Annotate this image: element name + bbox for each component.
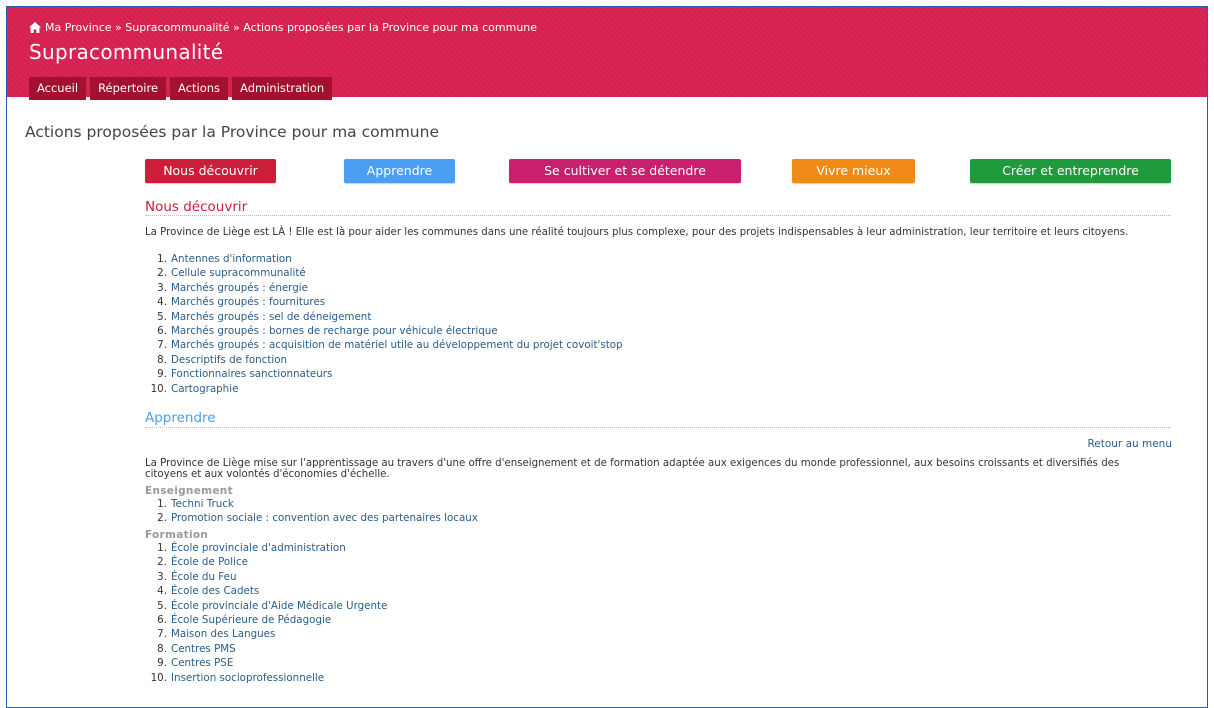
list-item-number: 7. [157,628,167,641]
list-item[interactable]: 5. École provinciale d'Aide Médicale Urge… [145,599,387,613]
list-item[interactable]: 1. Techni Truck [145,497,478,511]
category-button-vivre-mieux[interactable]: Vivre mieux [792,159,915,183]
list-item[interactable]: 2. École de Police [145,555,387,569]
section-title-apprendre: Apprendre [145,410,216,426]
list-item-link[interactable]: Centres PMS [171,643,236,655]
subheading-enseignement: Enseignement [145,485,233,497]
action-list-nous-decouvrir: 1. Antennes d'information 2. Cellule suprac… [145,252,623,396]
category-button-se-cultiver[interactable]: Se cultiver et se détendre [509,159,741,183]
list-item-link[interactable]: Marchés groupés : énergie [171,282,308,294]
list-item-link[interactable]: École Supérieure de Pédagogie [171,614,331,626]
list-item-number: 8. [157,353,167,366]
list-item-number: 3. [157,570,167,583]
list-item-link[interactable]: Fonctionnaires sanctionnateurs [171,368,332,380]
list-item-number: 10. [150,671,167,684]
list-item[interactable]: 2. Promotion sociale : convention avec de… [145,511,478,525]
list-item-link[interactable]: Marchés groupés : sel de déneigement [171,311,371,323]
list-item-number: 1. [157,542,167,554]
list-item[interactable]: 6. École Supérieure de Pédagogie [145,613,387,627]
list-item-link[interactable]: Insertion socioprofessionnelle [171,672,324,684]
list-item[interactable]: 5. Marchés groupés : sel de déneigement [145,310,623,324]
list-item-number: 1. [157,253,167,265]
nav-repertoire[interactable]: Répertoire [90,77,167,100]
list-item-number: 7. [157,339,167,352]
subheading-formation: Formation [145,529,209,541]
breadcrumb-text[interactable]: Ma Province » Supracommunalité » Actions… [45,21,537,34]
list-item[interactable]: 10. Insertion socioprofessionnelle [145,671,387,685]
list-item-link[interactable]: École du Feu [171,571,237,583]
list-item-number: 6. [157,613,167,626]
list-item-link[interactable]: Promotion sociale : convention avec des … [171,512,478,524]
nav-actions[interactable]: Actions [170,77,229,100]
list-item-link[interactable]: Marchés groupés : bornes de recharge pou… [171,325,498,337]
list-item-link[interactable]: Cellule supracommunalité [171,267,306,279]
list-item-number: 9. [157,368,167,381]
page-frame: Ma Province » Supracommunalité » Actions… [6,6,1208,708]
list-item-number: 2. [157,556,167,569]
list-item[interactable]: 4. Marchés groupés : fournitures [145,295,623,309]
list-item-link[interactable]: Centres PSE [171,657,233,669]
list-item-link[interactable]: Antennes d'information [171,253,292,265]
category-button-nous-decouvrir[interactable]: Nous découvrir [145,159,276,183]
list-item[interactable]: 2. Cellule supracommunalité [145,266,623,280]
back-to-menu-link[interactable]: Retour au menu [1087,438,1172,450]
list-item-link[interactable]: Techni Truck [171,498,234,510]
list-item-link[interactable]: École des Cadets [171,585,259,597]
list-item[interactable]: 7. Maison des Langues [145,627,387,641]
list-item-link[interactable]: Maison des Langues [171,628,275,640]
list-item[interactable]: 6. Marchés groupés : bornes de recharge p… [145,324,623,338]
list-item-number: 6. [157,324,167,337]
list-item-link[interactable]: Cartographie [171,383,238,395]
list-item[interactable]: 9. Fonctionnaires sanctionnateurs [145,367,623,381]
list-item-number: 3. [157,281,167,294]
list-item[interactable]: 3. Marchés groupés : énergie [145,281,623,295]
list-item-number: 2. [157,267,167,280]
list-item-link[interactable]: École provinciale d'Aide Médicale Urgent… [171,600,387,612]
list-item-number: 4. [157,296,167,309]
list-item-link[interactable]: Descriptifs de fonction [171,354,287,366]
list-item[interactable]: 10. Cartographie [145,382,623,396]
list-item-number: 1. [157,498,167,510]
home-icon[interactable] [29,22,41,33]
nav-administration[interactable]: Administration [232,77,333,100]
list-item[interactable]: 1. École provinciale d'administration [145,541,387,555]
action-list-formation: 1. École provinciale d'administration 2. Éc… [145,541,388,685]
list-item-number: 10. [150,382,167,395]
list-item-number: 5. [157,310,167,323]
page-title: Actions proposées par la Province pour m… [25,123,439,141]
list-item-link[interactable]: Marchés groupés : fournitures [171,296,325,308]
section-divider [145,427,1171,428]
list-item[interactable]: 4. École des Cadets [145,584,387,598]
section-title-nous-decouvrir: Nous découvrir [145,199,248,215]
section-intro-apprendre: La Province de Liège mise sur l'apprenti… [145,458,1120,480]
list-item[interactable]: 8. Centres PMS [145,642,387,656]
list-item[interactable]: 7. Marchés groupés : acquisition de matér… [145,338,623,352]
list-item-number: 9. [157,657,167,670]
list-item[interactable]: 9. Centres PSE [145,656,387,670]
list-item-number: 8. [157,642,167,655]
action-list-enseignement: 1. Techni Truck 2. Promotion sociale : conv… [145,497,478,526]
main-nav: Accueil Répertoire Actions Administratio… [29,77,333,100]
site-header: Ma Province » Supracommunalité » Actions… [7,7,1207,100]
category-buttons: Nous découvrir Apprendre Se cultiver et … [145,159,1171,183]
list-item[interactable]: 1. Antennes d'information [145,252,623,266]
list-item-number: 5. [157,599,167,612]
category-button-creer-entreprendre[interactable]: Créer et entreprendre [970,159,1171,183]
list-item-link[interactable]: Marchés groupés : acquisition de matérie… [171,339,623,351]
site-title: Supracommunalité [29,40,224,64]
list-item-number: 2. [157,512,167,525]
section-divider [145,215,1171,216]
list-item[interactable]: 8. Descriptifs de fonction [145,353,623,367]
list-item-link[interactable]: École de Police [171,556,248,568]
list-item[interactable]: 3. École du Feu [145,570,387,584]
list-item-link[interactable]: École provinciale d'administration [171,542,346,554]
section-intro-nous-decouvrir: La Province de Liège est LÀ ! Elle est l… [145,227,1129,238]
nav-accueil[interactable]: Accueil [29,77,87,100]
breadcrumb: Ma Province » Supracommunalité » Actions… [29,21,537,34]
category-button-apprendre[interactable]: Apprendre [344,159,455,183]
list-item-number: 4. [157,585,167,598]
